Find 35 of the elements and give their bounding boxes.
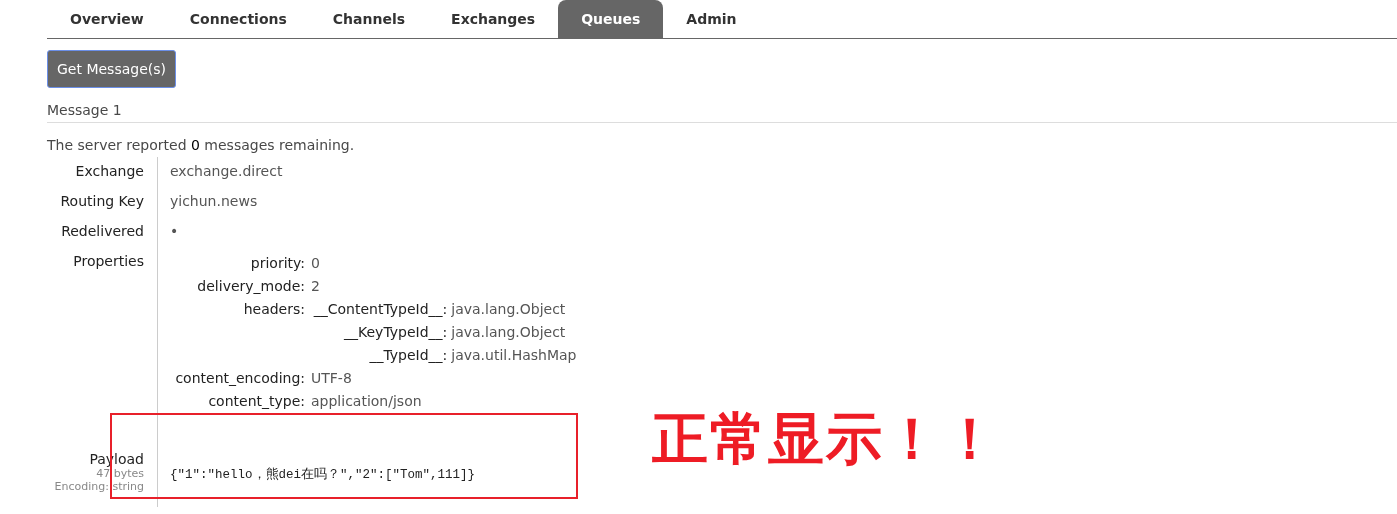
nav-tab[interactable]: Queues xyxy=(558,0,664,38)
property-value: UTF-8 xyxy=(311,370,352,386)
property-key: delivery_mode: xyxy=(170,278,311,294)
field-label: Redelivered xyxy=(61,223,144,239)
message-heading: Message 1 xyxy=(47,102,1397,123)
property-key: content_type: xyxy=(170,393,311,409)
get-messages-button[interactable]: Get Message(s) xyxy=(47,50,176,88)
payload-size: 47 bytes xyxy=(96,467,144,480)
property-key: priority: xyxy=(170,255,311,271)
nav-tab[interactable]: Exchanges xyxy=(428,0,559,38)
property-key: content_encoding: xyxy=(170,370,311,386)
nav-tab[interactable]: Connections xyxy=(166,0,310,38)
header-key: __KeyTypeId__: xyxy=(311,324,452,340)
payload-encoding: Encoding: string xyxy=(54,480,144,493)
field-value: exchange.direct xyxy=(170,163,283,179)
property-key: headers: xyxy=(170,301,311,363)
nav-tab[interactable]: Channels xyxy=(309,0,429,38)
header-value: java.lang.Object xyxy=(451,324,566,340)
field-value: yichun.news xyxy=(170,193,258,209)
nav-tab[interactable]: Admin xyxy=(663,0,760,38)
header-key: __TypeId__: xyxy=(311,347,452,363)
property-value: 0 xyxy=(311,255,320,271)
field-label: Exchange xyxy=(75,163,144,179)
field-value: • xyxy=(170,223,179,239)
field-label: Properties xyxy=(73,253,144,269)
property-value: application/json xyxy=(311,393,422,409)
header-key: __ContentTypeId__: xyxy=(311,301,452,317)
server-note: The server reported 0 messages remaining. xyxy=(47,137,356,153)
header-value: java.util.HashMap xyxy=(451,347,577,363)
field-label: Routing Key xyxy=(60,193,144,209)
payload-text: {"1":"hello，熊dei在吗？","2":["Tom",111]} xyxy=(170,468,476,482)
annotation-text: 正常显示！！ xyxy=(652,405,1000,473)
property-value: 2 xyxy=(311,278,320,294)
nav-tab[interactable]: Overview xyxy=(47,0,167,38)
header-value: java.lang.Object xyxy=(451,301,566,317)
